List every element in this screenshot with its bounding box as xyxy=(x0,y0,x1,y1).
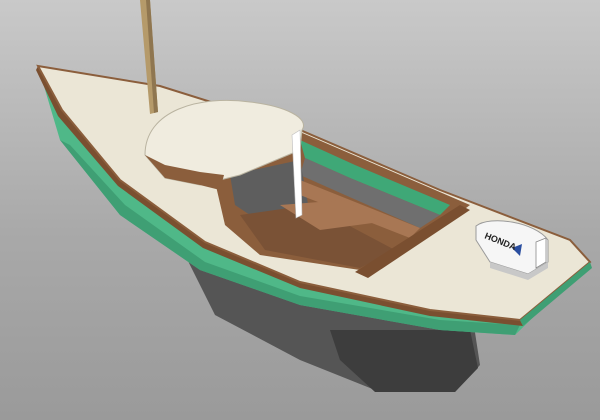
render-canvas: HONDA xyxy=(0,0,600,420)
sailboat-render: HONDA xyxy=(36,0,592,392)
